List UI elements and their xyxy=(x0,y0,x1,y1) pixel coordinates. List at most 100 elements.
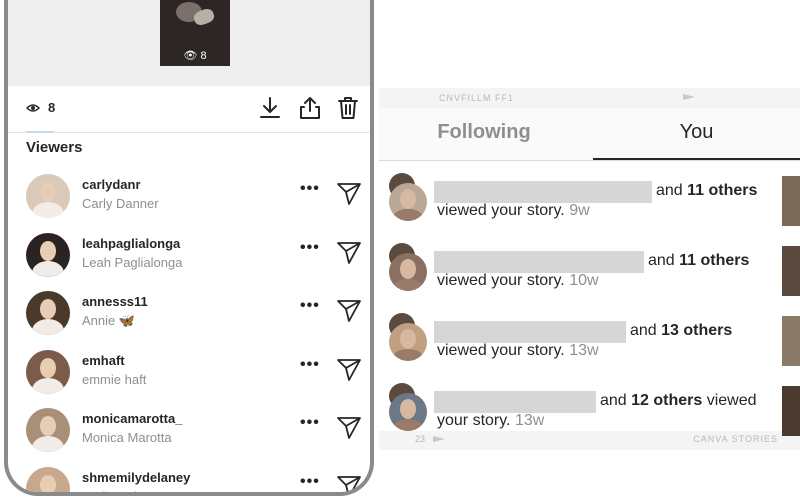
activity-panel: CNVFILLM FF1 Following You and 11 others… xyxy=(379,88,800,450)
tab-following[interactable]: Following xyxy=(379,108,589,160)
viewer-row[interactable]: monicamarotta_ Monica Marotta ••• xyxy=(8,402,370,461)
story-view-notification[interactable]: and 12 others viewed your story. 13w xyxy=(379,371,800,441)
notification-text: and 13 others xyxy=(630,322,732,340)
more-options-button[interactable]: ••• xyxy=(300,297,320,315)
notification-text: and 11 others xyxy=(648,252,749,270)
viewer-row[interactable]: shmemilydelaney Emily Delaney ••• xyxy=(8,461,370,497)
notification-text-line2: viewed your story. 13w xyxy=(437,342,599,360)
viewer-username[interactable]: monicamarotta_ xyxy=(82,411,182,426)
notification-tail: viewed xyxy=(702,392,757,409)
more-options-button[interactable]: ••• xyxy=(300,414,320,432)
and-text: and xyxy=(600,392,632,409)
story-view-notification[interactable]: and 13 others viewed your story. 13w xyxy=(379,301,800,371)
timestamp: 9w xyxy=(569,202,590,219)
others-count: 12 others xyxy=(631,392,703,409)
timestamp: 13w xyxy=(569,342,599,359)
send-icon[interactable] xyxy=(336,356,362,382)
story-thumbnail[interactable] xyxy=(782,316,800,366)
eye-icon: 👁 xyxy=(183,50,198,62)
viewer-username[interactable]: carlydanr xyxy=(82,177,141,192)
more-options-button[interactable]: ••• xyxy=(300,239,320,257)
more-options-button[interactable]: ••• xyxy=(300,473,320,491)
send-icon[interactable] xyxy=(336,239,362,265)
viewer-full-name: Carly Danner xyxy=(82,196,159,211)
avatar-shape xyxy=(32,436,64,452)
view-count[interactable]: 8 xyxy=(26,100,55,115)
viewer-row[interactable]: emhaft emmie haft ••• xyxy=(8,344,370,403)
avatar[interactable] xyxy=(389,323,427,361)
avatar-shape xyxy=(40,416,56,436)
avatar[interactable] xyxy=(26,174,70,218)
viewed-text: viewed your story. xyxy=(437,202,565,219)
more-options-button[interactable]: ••• xyxy=(300,356,320,374)
more-options-button[interactable]: ••• xyxy=(300,180,320,198)
viewer-list: carlydanr Carly Danner ••• leahpaglialonga L… xyxy=(8,168,370,497)
avatar-shape xyxy=(400,329,416,349)
delete-button[interactable] xyxy=(334,94,362,122)
thumbnail-views-number: 8 xyxy=(200,50,207,62)
avatar-shape xyxy=(392,419,424,431)
trash-icon xyxy=(338,97,358,119)
send-icon[interactable] xyxy=(336,180,362,206)
others-count: 11 others xyxy=(679,252,750,269)
story-view-notification[interactable]: and 11 others viewed your story. 10w xyxy=(379,231,800,301)
story-thumbnail[interactable] xyxy=(782,386,800,436)
eye-icon xyxy=(26,103,40,112)
avatar-shape xyxy=(400,189,416,209)
viewer-row[interactable]: carlydanr Carly Danner ••• xyxy=(8,168,370,227)
send-icon[interactable] xyxy=(336,473,362,497)
avatar[interactable] xyxy=(26,408,70,452)
viewed-text: viewed your story. xyxy=(437,342,565,359)
and-text: and xyxy=(630,322,662,339)
notification-list: and 11 others viewed your story. 9w and 11… xyxy=(379,161,800,436)
film-arrow-icon xyxy=(683,94,695,100)
avatar[interactable] xyxy=(26,349,70,394)
viewer-username[interactable]: emhaft xyxy=(82,353,125,368)
timestamp: 10w xyxy=(569,272,599,289)
others-count: 11 others xyxy=(687,182,758,199)
viewers-heading: Viewers xyxy=(26,139,83,156)
viewer-username[interactable]: leahpaglialonga xyxy=(82,236,180,251)
send-icon[interactable] xyxy=(336,297,362,323)
viewer-row[interactable]: annesss11 Annie 🦋 ••• xyxy=(8,285,370,344)
avatar[interactable] xyxy=(389,253,427,291)
download-button[interactable] xyxy=(256,94,284,122)
download-icon xyxy=(260,97,280,118)
view-count-number: 8 xyxy=(48,100,56,115)
story-thumbnail[interactable] xyxy=(782,176,800,226)
story-thumbnail[interactable]: 👁 8 xyxy=(160,0,230,66)
avatar[interactable] xyxy=(26,232,70,277)
viewer-username[interactable]: annesss11 xyxy=(82,294,148,309)
story-toolbar: 8 xyxy=(8,86,370,133)
avatar-shape xyxy=(392,279,424,291)
send-icon[interactable] xyxy=(336,414,362,440)
notification-text: and 12 others viewed xyxy=(600,392,757,410)
share-icon xyxy=(300,97,320,119)
avatar-shape xyxy=(400,399,416,419)
avatar[interactable] xyxy=(389,183,427,221)
notification-text: and 11 others xyxy=(656,182,757,200)
avatar-shape xyxy=(32,202,64,218)
others-count: 13 others xyxy=(661,322,733,339)
avatar[interactable] xyxy=(26,291,70,335)
avatar-shape xyxy=(40,474,56,492)
active-underline xyxy=(26,131,54,133)
avatar-shape xyxy=(40,240,56,261)
avatar[interactable] xyxy=(26,466,70,492)
redacted-usernames xyxy=(434,321,626,343)
viewed-text: your story. xyxy=(437,412,511,429)
story-thumbnail[interactable] xyxy=(782,246,800,296)
film-edge-brand: CANVA STORIES xyxy=(693,434,778,444)
and-text: and xyxy=(648,252,680,269)
avatar-shape xyxy=(32,260,64,277)
avatar[interactable] xyxy=(389,393,427,431)
viewer-full-name: Leah Paglialonga xyxy=(82,254,183,270)
viewer-full-name: Monica Marotta xyxy=(82,430,172,445)
story-view-notification[interactable]: and 11 others viewed your story. 9w xyxy=(379,161,800,231)
viewer-full-name: emmie haft xyxy=(82,371,147,387)
viewer-username[interactable]: shmemilydelaney xyxy=(82,470,190,485)
viewer-row[interactable]: leahpaglialonga Leah Paglialonga ••• xyxy=(8,227,370,286)
viewed-text: viewed your story. xyxy=(437,272,565,289)
share-button[interactable] xyxy=(296,94,324,122)
tab-you[interactable]: You xyxy=(593,108,800,160)
